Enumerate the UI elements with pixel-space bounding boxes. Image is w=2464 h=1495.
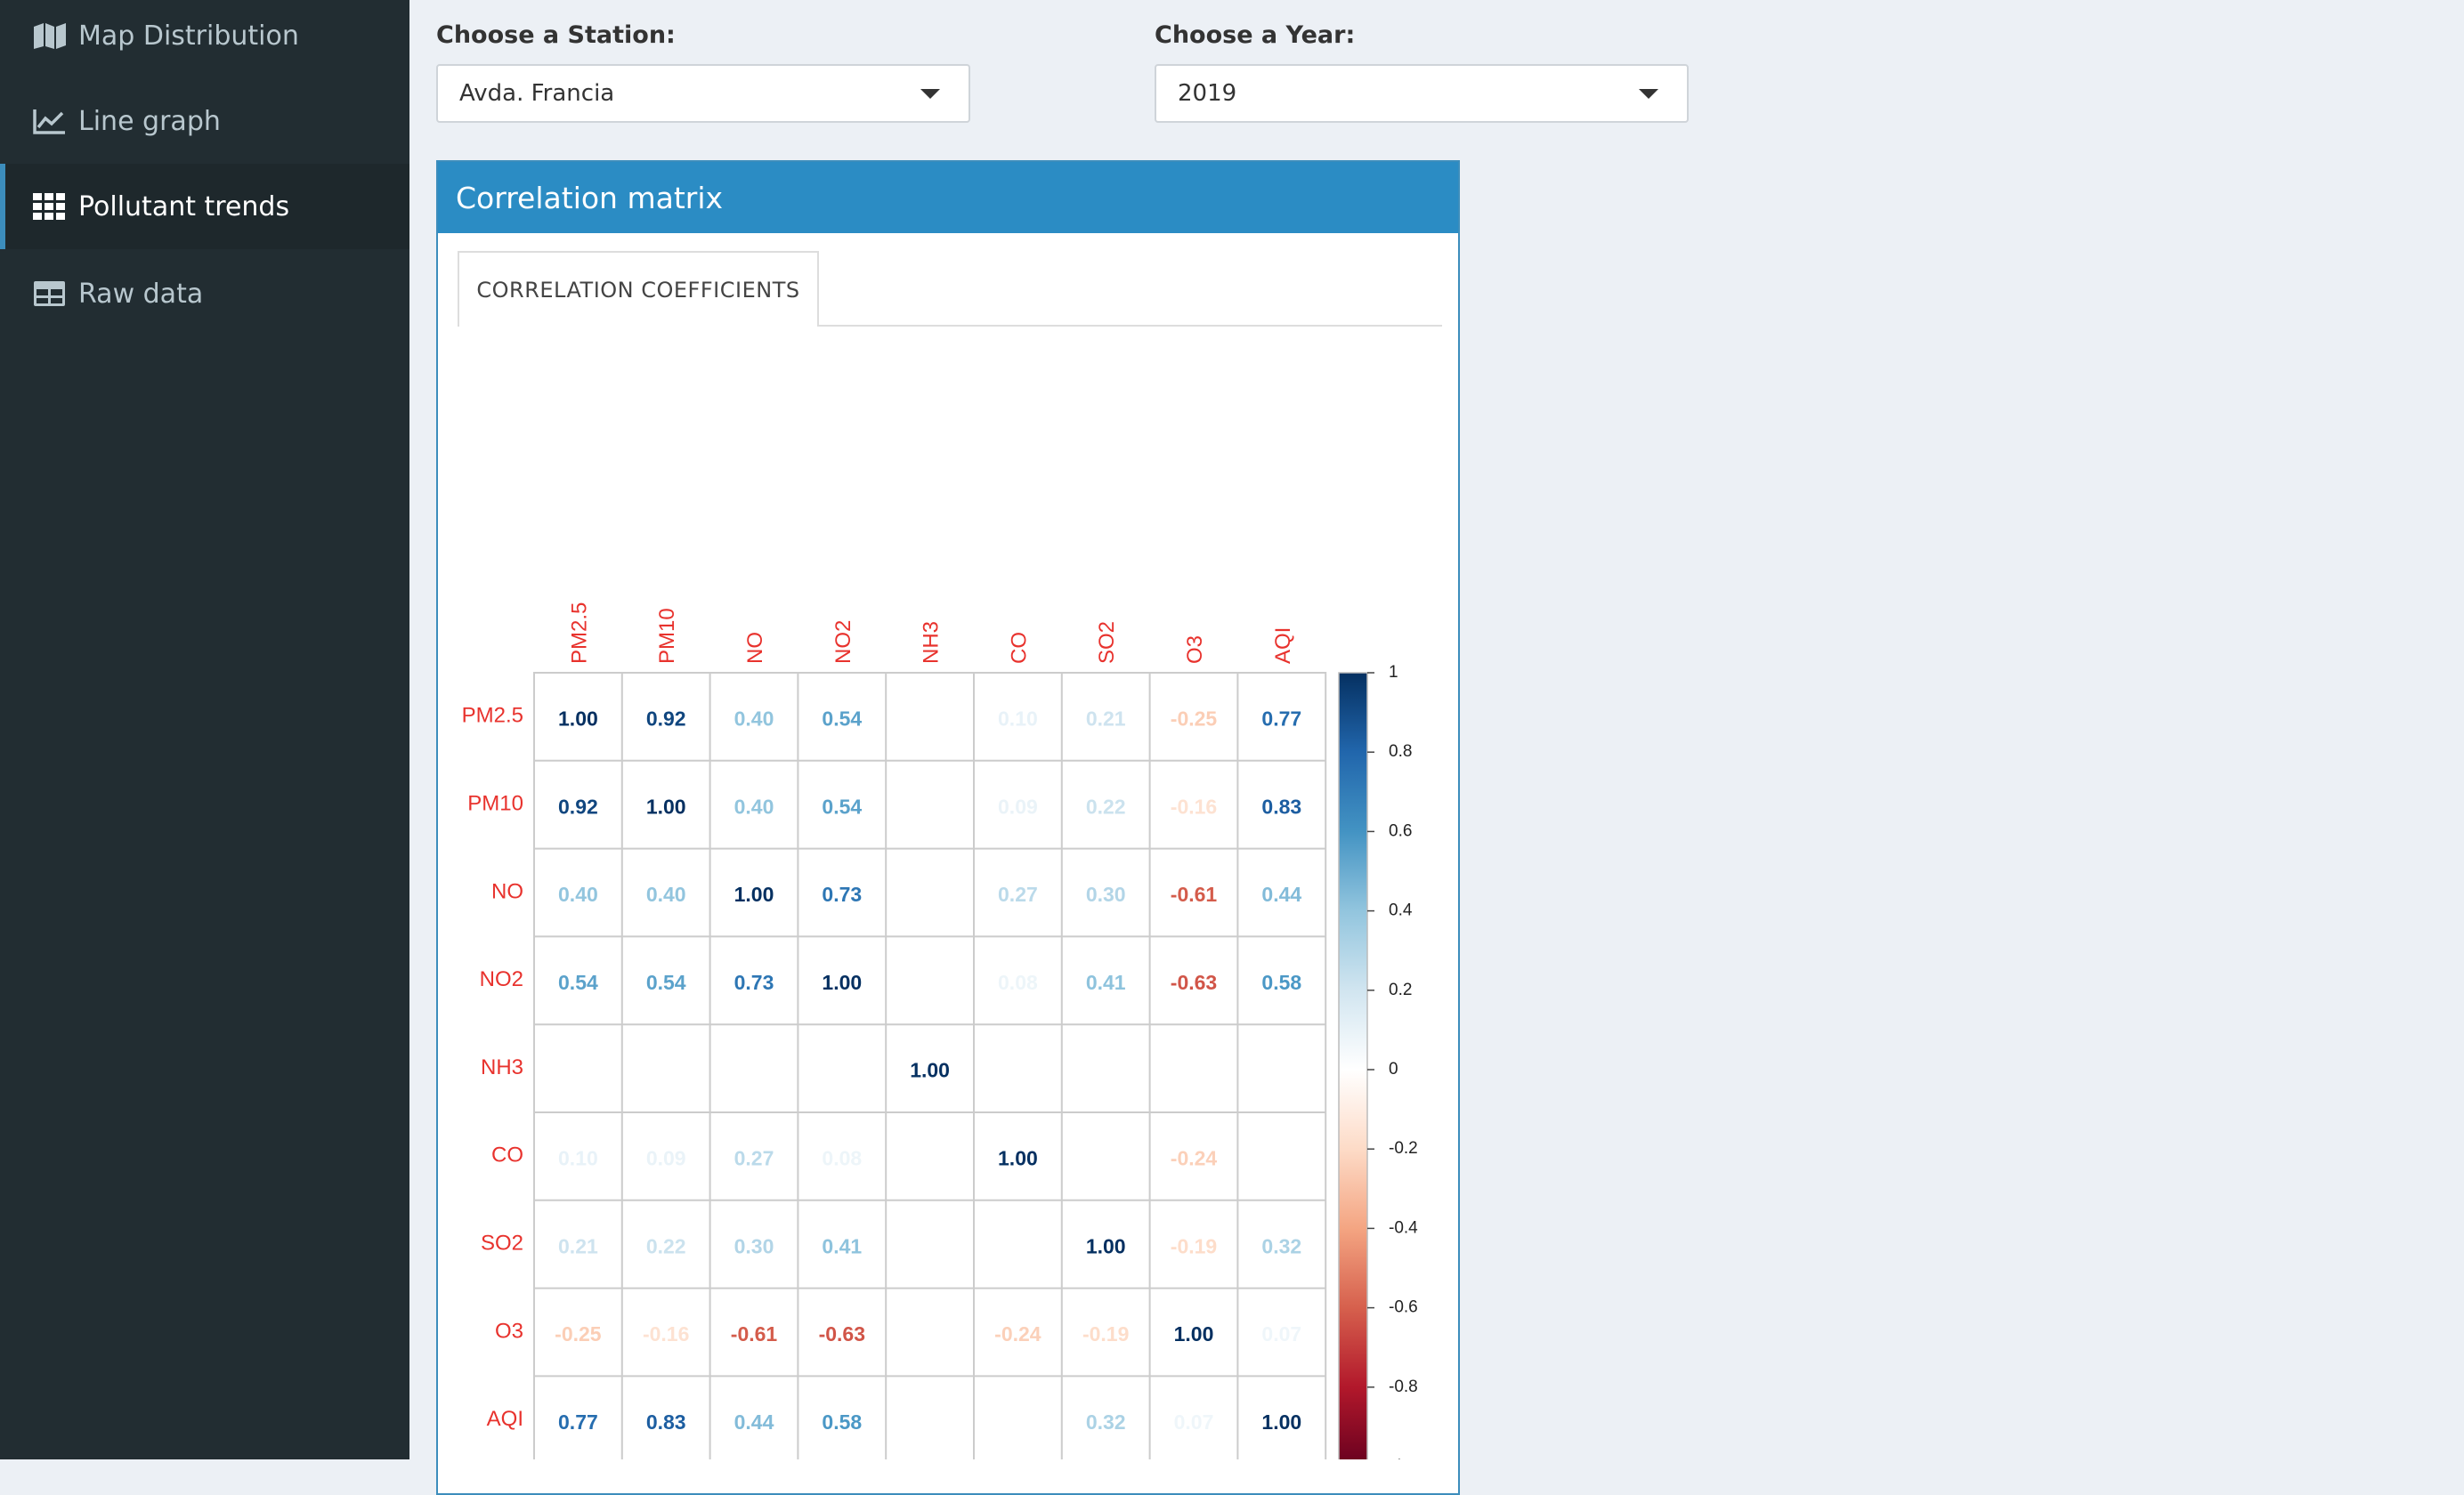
sidebar-item-map-distribution[interactable]: Map Distribution (0, 0, 409, 78)
sidebar-item-label: Raw data (78, 278, 204, 310)
sidebar-item-raw-data[interactable]: Raw data (0, 251, 409, 336)
line-chart-icon (32, 107, 68, 135)
station-label: Choose a Station: (436, 21, 676, 49)
year-select-value: 2019 (1178, 80, 1237, 107)
chevron-down-icon (1639, 89, 1658, 99)
sidebar-item-pollutant-trends[interactable]: Pollutant trends (0, 164, 409, 249)
sidebar-item-label: Line graph (78, 105, 221, 137)
grid-icon (32, 192, 68, 221)
year-label: Choose a Year: (1155, 21, 1356, 49)
station-select-value: Avda. Francia (459, 80, 615, 107)
station-select[interactable]: Avda. Francia (436, 64, 970, 123)
year-select[interactable]: 2019 (1155, 64, 1689, 123)
tab-correlation-coefficients[interactable]: CORRELATION COEFFICIENTS (458, 251, 819, 327)
map-icon (32, 21, 68, 50)
sidebar-item-line-graph[interactable]: Line graph (0, 78, 409, 164)
sidebar: Map Distribution Line graph Pollutant tr… (0, 0, 409, 1459)
table-icon (32, 279, 68, 308)
box-title: Correlation matrix (438, 162, 1458, 233)
correlation-box: Correlation matrix CORRELATION COEFFICIE… (436, 160, 1460, 1495)
chevron-down-icon (920, 89, 940, 99)
sidebar-item-label: Pollutant trends (78, 190, 290, 222)
sidebar-item-label: Map Distribution (78, 20, 299, 52)
